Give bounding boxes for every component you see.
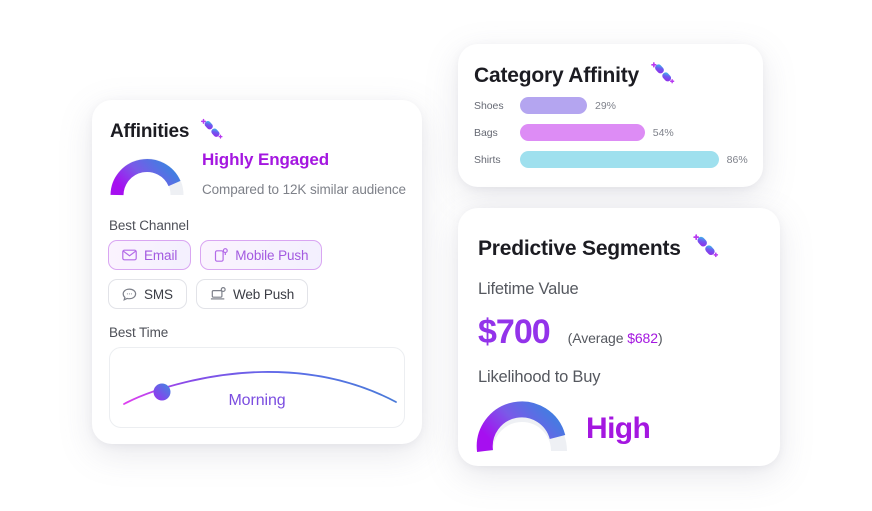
category-affinity-header: Category Affinity: [474, 60, 677, 91]
bar-row: Shoes 29%: [474, 94, 751, 117]
bar-fill-shirts: [520, 151, 719, 168]
mobile-push-icon: [214, 248, 229, 262]
average-suffix: ): [657, 330, 663, 346]
channel-chip-email[interactable]: Email: [108, 240, 192, 270]
channel-chip-web-push[interactable]: Web Push: [195, 279, 309, 309]
channel-chip-web-push-label: Web Push: [232, 286, 295, 302]
bar-track-shirts: 86%: [520, 148, 751, 171]
bar-row: Bags 54%: [474, 121, 751, 144]
affinities-card: Affinities Highly Engaged Compared to 12…: [92, 100, 422, 444]
bar-fill-shoes: [520, 97, 587, 114]
best-time-value: Morning: [228, 392, 286, 409]
engagement-gauge-icon: [108, 150, 186, 197]
bar-track-bags: 54%: [520, 121, 751, 144]
bar-value-shirts: 86%: [726, 153, 748, 166]
lifetime-value-average: (Average $682): [568, 330, 663, 346]
lifetime-value-row: $700 (Average $682): [478, 313, 663, 352]
average-prefix: (Average: [567, 330, 628, 346]
channel-chip-sms[interactable]: SMS: [108, 279, 187, 309]
envelope-icon: [122, 249, 137, 261]
category-affinity-title: Category Affinity: [474, 63, 639, 87]
sparkle-ribbon-icon: [691, 232, 721, 265]
affinities-title: Affinities: [110, 120, 190, 142]
best-channel-label: Best Channel: [109, 218, 189, 233]
bar-value-shoes: 29%: [594, 99, 616, 112]
web-push-icon: [210, 287, 226, 301]
channel-chip-email-label: Email: [144, 247, 178, 263]
dashboard-stage: Affinities Highly Engaged Compared to 12…: [0, 0, 872, 511]
likelihood-to-buy-row: High: [474, 396, 651, 454]
engagement-text-block: Highly Engaged Compared to 12K similar a…: [202, 148, 406, 197]
channel-chip-mobile-push-label: Mobile Push: [235, 247, 309, 263]
channel-chip-sms-label: SMS: [144, 286, 173, 302]
bar-fill-bags: [520, 124, 645, 141]
engagement-gauge-row: Highly Engaged Compared to 12K similar a…: [108, 148, 406, 197]
bar-label-shoes: Shoes: [474, 99, 504, 112]
bar-label-shirts: Shirts: [474, 153, 501, 166]
affinities-header: Affinities: [110, 117, 225, 146]
best-time-chart: Morning: [109, 347, 405, 428]
channel-chip-mobile-push[interactable]: Mobile Push: [200, 240, 323, 270]
likelihood-to-buy-label: Likelihood to Buy: [478, 368, 601, 386]
predictive-segments-card: Predictive Segments Lifetime Value $700 …: [458, 208, 780, 466]
engagement-status: Highly Engaged: [202, 150, 330, 169]
bar-row: Shirts 86%: [474, 148, 751, 171]
category-affinity-card: Category Affinity Shoes 29% Bags 54% Shi…: [458, 44, 763, 187]
likelihood-to-buy-value: High: [586, 412, 651, 445]
chat-bubble-icon: [122, 287, 137, 301]
category-affinity-bar-chart: Shoes 29% Bags 54% Shirts 86%: [474, 94, 751, 175]
average-amount: $682: [627, 330, 658, 346]
lifetime-value-amount: $700: [478, 313, 551, 351]
bar-value-bags: 54%: [652, 126, 674, 139]
likelihood-gauge-icon: [474, 396, 570, 454]
best-time-label: Best Time: [109, 325, 169, 340]
predictive-segments-title: Predictive Segments: [478, 236, 681, 260]
bar-label-bags: Bags: [474, 126, 498, 139]
best-channel-chip-group: Email Mobile Push SMS Web Push: [108, 240, 408, 309]
engagement-comparison: Compared to 12K similar audience: [202, 182, 406, 197]
lifetime-value-label: Lifetime Value: [478, 280, 579, 298]
predictive-segments-header: Predictive Segments: [478, 232, 721, 265]
sparkle-ribbon-icon: [649, 60, 677, 91]
sparkle-ribbon-icon: [199, 117, 225, 146]
bar-track-shoes: 29%: [520, 94, 751, 117]
